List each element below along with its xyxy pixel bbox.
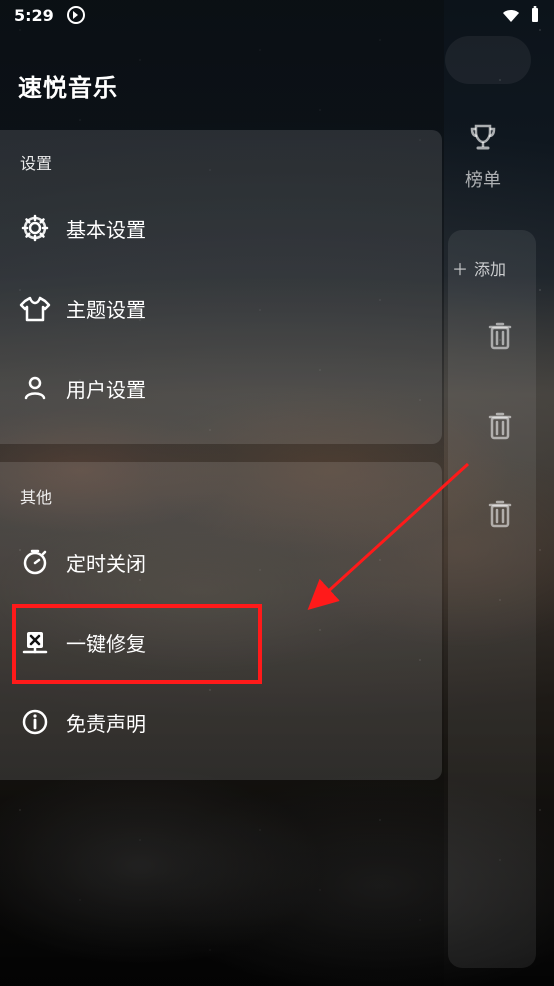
status-bar: 5:29 [0, 0, 554, 30]
add-button[interactable]: ＋ 添加 [452, 256, 506, 280]
trophy-icon [466, 120, 500, 158]
timer-icon [18, 545, 52, 579]
plus-icon: ＋ [452, 260, 469, 279]
menu-item-theme-settings[interactable]: 主题设置 [18, 284, 408, 332]
trash-icon[interactable] [488, 498, 512, 532]
other-section-title: 其他 [20, 488, 53, 507]
highlight-box [12, 604, 262, 684]
menu-label: 免责声明 [66, 711, 146, 736]
ranking-label: 榜单 [465, 170, 501, 191]
add-label: 添加 [474, 260, 507, 279]
status-right [502, 6, 540, 24]
menu-label: 定时关闭 [66, 551, 146, 576]
menu-label: 基本设置 [66, 217, 146, 242]
menu-item-user-settings[interactable]: 用户设置 [18, 364, 408, 412]
menu-item-basic-settings[interactable]: 基本设置 [18, 204, 408, 252]
battery-icon [530, 6, 540, 24]
search-bar[interactable] [445, 36, 531, 84]
trash-icon[interactable] [488, 410, 512, 444]
app-indicator-icon [66, 5, 86, 25]
menu-label: 主题设置 [66, 297, 146, 322]
shirt-icon [18, 291, 52, 325]
ranking-tab[interactable]: 榜单 [452, 120, 514, 210]
user-icon [18, 371, 52, 405]
menu-item-timer-off[interactable]: 定时关闭 [18, 538, 408, 586]
info-icon [18, 705, 52, 739]
status-left: 5:29 [14, 5, 86, 25]
trash-icon[interactable] [488, 320, 512, 354]
wifi-icon [502, 7, 520, 23]
navigation-drawer: 速悦音乐 设置 基本设置 主题设置 用户设置 其他 定时关闭 一键修复 免责声明 [0, 0, 444, 986]
menu-label: 用户设置 [66, 377, 146, 402]
app-title: 速悦音乐 [18, 74, 118, 102]
status-time: 5:29 [14, 5, 54, 25]
menu-item-disclaimer[interactable]: 免责声明 [18, 698, 408, 746]
gear-icon [18, 211, 52, 245]
settings-section-title: 设置 [20, 154, 53, 173]
